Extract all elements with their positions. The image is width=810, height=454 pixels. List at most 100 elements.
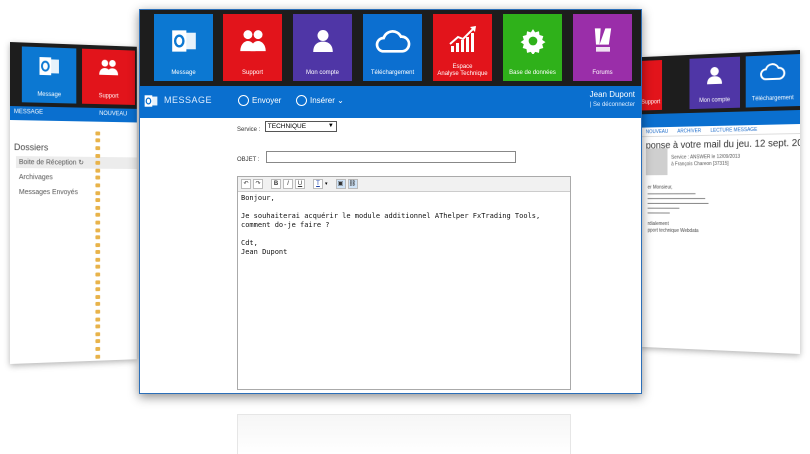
insert-link-icon[interactable]: ⛓ bbox=[347, 179, 358, 189]
compose-form: Service : TECHNIQUE ▼ OBJET : ↶ ↷ B I U bbox=[237, 118, 571, 390]
body-line: Bonjour, bbox=[241, 194, 275, 202]
envelope-icon bbox=[95, 235, 101, 240]
envelope-icon bbox=[95, 146, 101, 151]
main-window: Message Support Mon compte Téléchargemen… bbox=[139, 9, 642, 394]
chevron-down-icon[interactable]: ▾ bbox=[325, 181, 328, 187]
left-window: Message Support MESSAGE NOUVEAU Dossiers… bbox=[10, 42, 137, 364]
bold-icon[interactable]: B bbox=[271, 179, 281, 189]
envelope-icon bbox=[95, 280, 101, 285]
send-label: Envoyer bbox=[252, 96, 282, 105]
envelope-icon bbox=[95, 138, 101, 143]
envelope-icon bbox=[95, 339, 101, 344]
right-tile-download-label: Téléchargement bbox=[751, 95, 794, 103]
envelope-icon bbox=[95, 317, 101, 322]
envelope-icon bbox=[95, 213, 101, 218]
attach-icon bbox=[296, 95, 307, 106]
right-meta-recipient: à François Chareon [37315] bbox=[671, 160, 729, 168]
users-icon bbox=[82, 57, 135, 82]
right-new-button[interactable]: NOUVEAU bbox=[646, 129, 668, 135]
main-tile-bar: Message Support Mon compte Téléchargemen… bbox=[140, 10, 641, 86]
toolbar-title: MESSAGE bbox=[164, 95, 213, 105]
tile-download[interactable]: Téléchargement bbox=[363, 14, 422, 81]
list-item[interactable] bbox=[95, 211, 133, 219]
envelope-icon bbox=[95, 227, 101, 232]
left-tile-message[interactable]: Message bbox=[21, 46, 77, 104]
list-item[interactable] bbox=[95, 359, 133, 364]
right-read-button[interactable]: LECTURE MESSAGE bbox=[710, 127, 757, 134]
envelope-icon bbox=[95, 361, 101, 364]
forum-icon bbox=[573, 26, 632, 54]
envelope-icon bbox=[95, 302, 101, 307]
user-name: Jean Dupont bbox=[589, 90, 635, 99]
left-tile-bar: Message Support bbox=[10, 42, 137, 109]
send-button[interactable]: Envoyer bbox=[238, 95, 281, 106]
insert-image-icon[interactable]: ▣ bbox=[335, 179, 346, 189]
underline-icon[interactable]: U bbox=[295, 179, 305, 189]
right-archive-button[interactable]: ARCHIVER bbox=[677, 128, 701, 134]
service-select[interactable]: TECHNIQUE ▼ bbox=[264, 121, 337, 133]
envelope-icon bbox=[95, 257, 101, 262]
envelope-icon bbox=[95, 161, 101, 165]
envelope-icon bbox=[95, 242, 101, 247]
right-tile-support-label: Support bbox=[641, 99, 661, 106]
left-message-bar: MESSAGE NOUVEAU bbox=[10, 106, 137, 123]
body-line: Cdt, bbox=[241, 239, 258, 247]
right-tile-download[interactable]: Téléchargement bbox=[745, 54, 800, 108]
body-line bbox=[241, 203, 567, 212]
tile-technical-analysis[interactable]: Espace Analyse Technique bbox=[433, 14, 492, 81]
tile-account-label: Mon compte bbox=[305, 70, 339, 76]
outlook-icon bbox=[144, 94, 158, 108]
list-item[interactable] bbox=[95, 182, 133, 190]
outlook-icon bbox=[154, 28, 213, 54]
insert-button[interactable]: Insérer ⌄ bbox=[296, 95, 344, 106]
undo-icon[interactable]: ↶ bbox=[241, 179, 251, 189]
right-message-body: er Monsieur, ▬▬▬▬▬▬▬▬▬▬▬▬▬▬▬ ▬▬▬▬▬▬▬▬▬▬▬▬… bbox=[648, 184, 800, 236]
right-tile-support[interactable]: Support bbox=[640, 60, 663, 111]
tile-technical-analysis-label: Espace Analyse Technique bbox=[437, 64, 488, 77]
right-tile-bar: Support Mon compte Téléchargement bbox=[640, 50, 800, 115]
envelope-icon bbox=[95, 287, 101, 292]
envelope-icon bbox=[95, 294, 101, 299]
tile-support[interactable]: Support bbox=[223, 14, 282, 81]
envelope-icon bbox=[95, 190, 101, 195]
list-item[interactable] bbox=[95, 204, 133, 211]
tile-account[interactable]: Mon compte bbox=[293, 14, 352, 81]
redo-icon[interactable]: ↷ bbox=[253, 179, 263, 189]
objet-input[interactable] bbox=[266, 150, 517, 163]
editor-toolbar: ↶ ↷ B I U T ▾ ▣ ⛓ bbox=[238, 177, 570, 192]
screenshot-stage: Message Support MESSAGE NOUVEAU Dossiers… bbox=[0, 0, 810, 454]
list-item[interactable] bbox=[95, 189, 133, 197]
envelope-icon bbox=[95, 220, 101, 225]
chart-icon bbox=[433, 24, 492, 54]
envelope-icon bbox=[95, 309, 101, 314]
logout-link[interactable]: | Se déconnecter bbox=[590, 102, 635, 108]
envelope-icon bbox=[95, 168, 101, 173]
left-tile-support[interactable]: Support bbox=[82, 48, 135, 105]
envelope-icon bbox=[95, 265, 101, 270]
list-item[interactable] bbox=[95, 196, 133, 203]
envelope-icon bbox=[95, 272, 101, 277]
tile-database[interactable]: Base de données bbox=[503, 14, 562, 81]
service-label: Service : bbox=[237, 127, 261, 133]
service-select-value: TECHNIQUE bbox=[267, 123, 307, 131]
italic-icon[interactable]: I bbox=[283, 179, 293, 189]
left-tile-message-label: Message bbox=[37, 91, 62, 99]
send-icon bbox=[238, 95, 249, 106]
message-toolbar: MESSAGE Envoyer Insérer ⌄ Jean Dupont | … bbox=[140, 86, 641, 118]
left-new-button[interactable]: NOUVEAU bbox=[99, 111, 127, 117]
body-line: Je souhaiterai acquérir le module additi… bbox=[241, 212, 541, 229]
cloud-icon bbox=[363, 30, 422, 54]
envelope-icon bbox=[95, 183, 101, 188]
user-icon bbox=[293, 28, 352, 54]
tile-download-label: Téléchargement bbox=[370, 70, 415, 76]
rich-text-editor[interactable]: ↶ ↷ B I U T ▾ ▣ ⛓ Bonjour, Je souhaitera… bbox=[237, 176, 571, 390]
left-message-list bbox=[95, 130, 133, 364]
tile-support-label: Support bbox=[241, 70, 263, 76]
text-color-icon[interactable]: T bbox=[313, 179, 323, 189]
right-tile-account[interactable]: Mon compte bbox=[689, 56, 741, 110]
tile-message[interactable]: Message bbox=[154, 14, 213, 81]
message-body: Bonjour, Je souhaiterai acquérir le modu… bbox=[238, 192, 570, 259]
tile-forums[interactable]: Forums bbox=[573, 14, 632, 81]
insert-label: Insérer ⌄ bbox=[310, 96, 344, 105]
objet-label: OBJET : bbox=[237, 157, 260, 163]
